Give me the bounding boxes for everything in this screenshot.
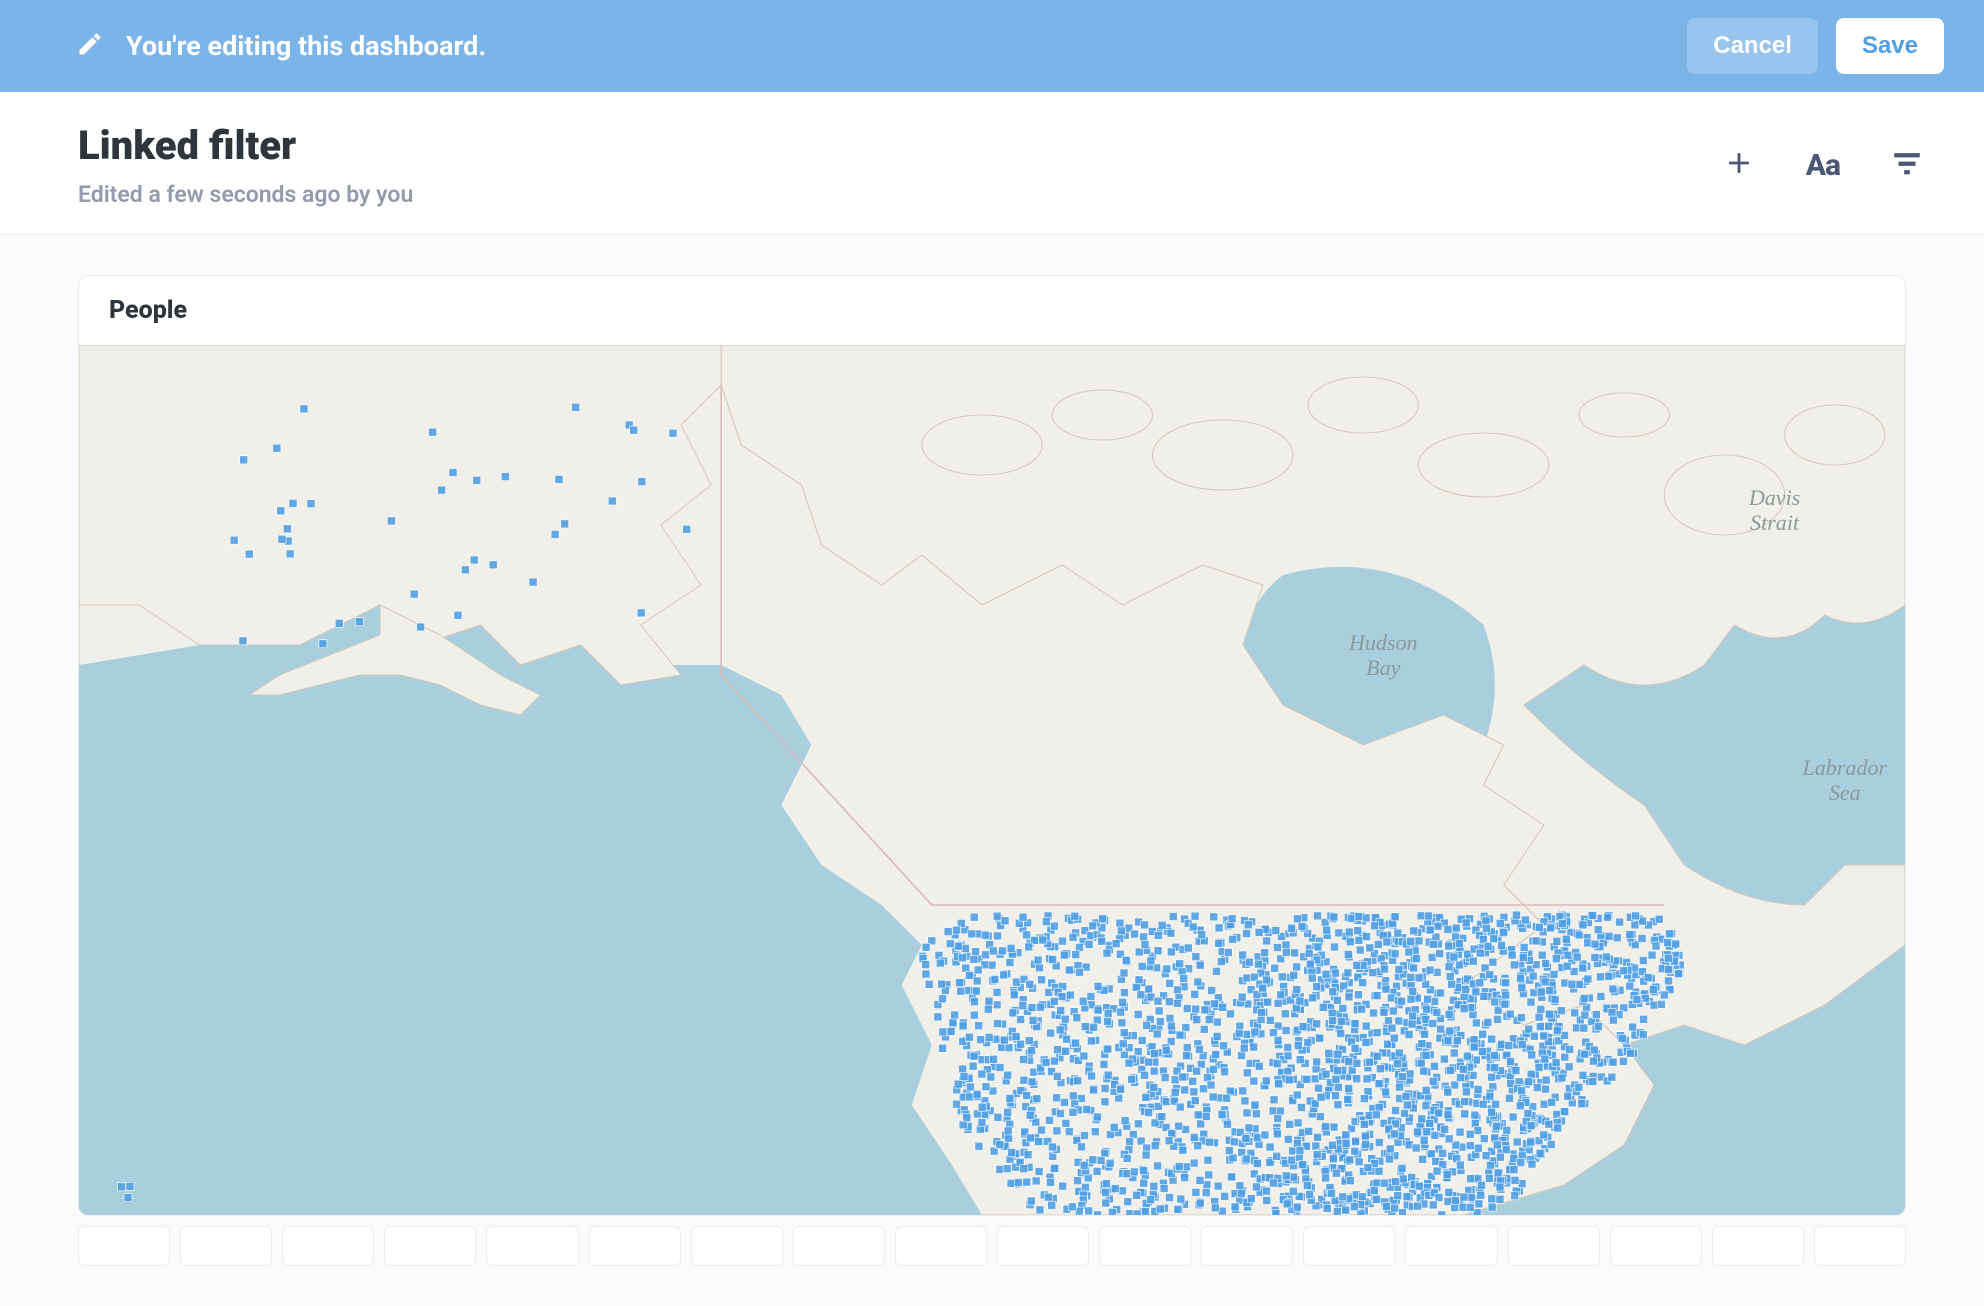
grid-cell[interactable] xyxy=(997,1226,1089,1266)
text-icon: Aa xyxy=(1806,148,1840,183)
card-title[interactable]: People xyxy=(79,276,1905,345)
edit-banner-message: You're editing this dashboard. xyxy=(126,30,486,62)
map-label-labrador-sea-2: Sea xyxy=(1829,780,1861,805)
dashboard-last-edit: Edited a few seconds ago by you xyxy=(78,181,413,208)
map-svg: Hudson Bay Davis Strait Labrador Sea xyxy=(79,345,1905,1215)
grid-cell[interactable] xyxy=(486,1226,578,1266)
dashboard-header: Linked filter Edited a few seconds ago b… xyxy=(0,92,1984,235)
grid-cell[interactable] xyxy=(1303,1226,1395,1266)
grid-cell[interactable] xyxy=(895,1226,987,1266)
grid-placeholder-row xyxy=(78,1226,1906,1266)
grid-cell[interactable] xyxy=(1508,1226,1600,1266)
grid-cell[interactable] xyxy=(384,1226,476,1266)
grid-cell[interactable] xyxy=(793,1226,885,1266)
grid-cell[interactable] xyxy=(691,1226,783,1266)
map-visualization[interactable]: Hudson Bay Davis Strait Labrador Sea xyxy=(79,345,1905,1215)
plus-icon xyxy=(1722,146,1756,184)
grid-cell[interactable] xyxy=(589,1226,681,1266)
edit-mode-banner: You're editing this dashboard. Cancel Sa… xyxy=(0,0,1984,92)
dashboard-card-people[interactable]: People xyxy=(78,275,1906,1216)
grid-cell[interactable] xyxy=(282,1226,374,1266)
save-button[interactable]: Save xyxy=(1836,18,1944,74)
grid-cell[interactable] xyxy=(1610,1226,1702,1266)
grid-cell[interactable] xyxy=(180,1226,272,1266)
dashboard-title[interactable]: Linked filter xyxy=(78,122,413,169)
grid-cell[interactable] xyxy=(1712,1226,1804,1266)
cancel-button[interactable]: Cancel xyxy=(1687,18,1818,74)
add-text-button[interactable]: Aa xyxy=(1806,148,1840,183)
map-label-labrador-sea: Labrador xyxy=(1802,755,1888,780)
pencil-icon xyxy=(76,30,104,62)
map-label-davis-strait: Davis xyxy=(1748,485,1800,510)
add-filter-button[interactable] xyxy=(1890,146,1924,184)
grid-cell[interactable] xyxy=(1201,1226,1293,1266)
map-label-davis-strait-2: Strait xyxy=(1750,510,1800,535)
map-label-hudson-bay: Hudson xyxy=(1348,630,1418,655)
grid-cell[interactable] xyxy=(1405,1226,1497,1266)
add-card-button[interactable] xyxy=(1722,146,1756,184)
grid-cell[interactable] xyxy=(78,1226,170,1266)
map-label-hudson-bay-2: Bay xyxy=(1366,655,1401,680)
grid-cell[interactable] xyxy=(1814,1226,1906,1266)
filter-icon xyxy=(1890,146,1924,184)
grid-cell[interactable] xyxy=(1099,1226,1191,1266)
